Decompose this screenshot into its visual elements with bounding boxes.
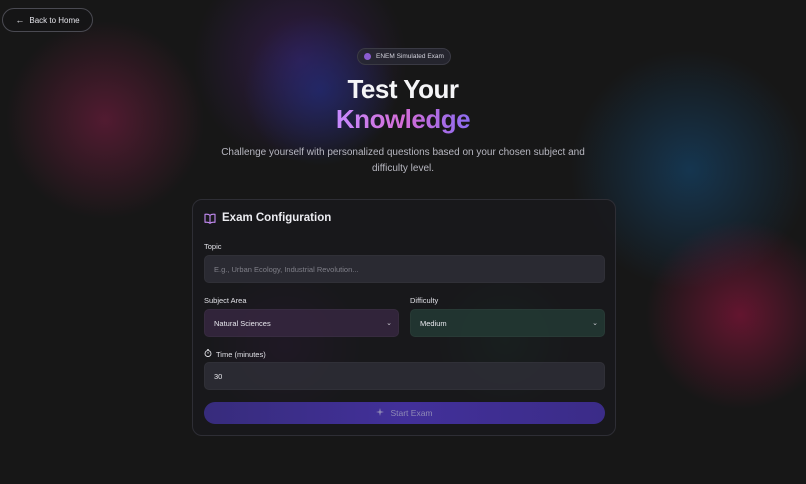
badge-label: ENEM Simulated Exam	[376, 53, 444, 60]
start-exam-button[interactable]: Start Exam	[204, 402, 605, 424]
sparkle-icon	[376, 408, 385, 418]
subject-area-select[interactable]: Natural Sciences ⌄	[204, 309, 399, 337]
card-header: Exam Configuration	[204, 212, 331, 224]
subject-area-label: Subject Area	[204, 296, 247, 305]
page-subtitle: Challenge yourself with personalized que…	[221, 147, 585, 174]
book-open-icon	[204, 213, 216, 224]
start-exam-label: Start Exam	[390, 408, 433, 418]
page-title-line2: Knowledge	[0, 104, 806, 135]
difficulty-label: Difficulty	[410, 296, 439, 305]
time-label: Time (minutes)	[216, 349, 266, 359]
badge-dot-icon	[364, 53, 372, 60]
exam-config-card: Exam Configuration Topic Subject Area Na…	[192, 199, 616, 436]
exam-badge: ENEM Simulated Exam	[357, 48, 451, 65]
time-input[interactable]	[204, 362, 605, 390]
topic-input[interactable]	[204, 255, 605, 283]
difficulty-select[interactable]: Medium ⌄	[410, 309, 605, 337]
difficulty-value: Medium	[420, 318, 447, 328]
chevron-down-icon: ⌄	[386, 320, 392, 327]
timer-icon	[204, 349, 212, 359]
back-to-home-button[interactable]: ← Back to Home	[2, 8, 93, 32]
chevron-down-icon: ⌄	[592, 320, 598, 327]
time-label-row: Time (minutes)	[204, 349, 266, 359]
page-title-line1: Test Your	[347, 74, 459, 104]
card-title: Exam Configuration	[222, 212, 332, 224]
topic-label: Topic	[204, 242, 222, 251]
arrow-left-icon: ←	[15, 14, 25, 25]
subject-area-value: Natural Sciences	[214, 318, 271, 328]
page-title-highlight: Knowledge	[335, 104, 471, 134]
back-to-home-label: Back to Home	[29, 15, 80, 25]
